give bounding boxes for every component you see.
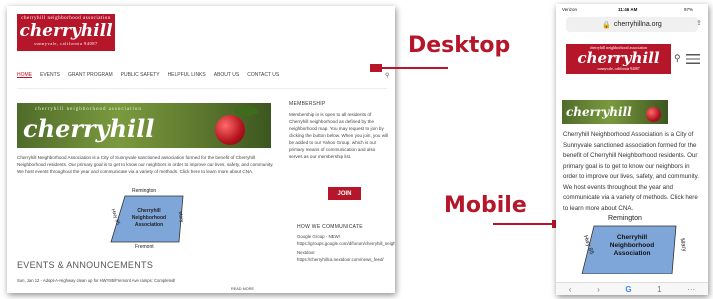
mobile-label: Mobile xyxy=(444,193,527,218)
mobile-screenshot: Verizon 11:46 AM 97% 🔒 cherryhillna.org … xyxy=(556,4,708,295)
more-icon[interactable]: ··· xyxy=(687,285,695,294)
nav-grant-program[interactable]: GRANT PROGRAM xyxy=(68,72,113,78)
nav-contact-us[interactable]: CONTACT US xyxy=(247,72,279,78)
back-icon[interactable]: ‹ xyxy=(569,285,572,294)
desktop-label: Desktop xyxy=(408,33,511,58)
url-text: cherryhillna.org xyxy=(613,21,662,28)
mobile-map-center-label: Cherryhill Neighborhood Association xyxy=(609,234,655,257)
desktop-pointer-line xyxy=(380,67,448,69)
mobile-site-logo[interactable]: cherryhill neighborhood association cher… xyxy=(566,44,671,74)
nextdoor-link[interactable]: https://cherryhillca.nextdoor.com/news_f… xyxy=(297,256,392,263)
nav-helpful-links[interactable]: HELPFUL LINKS xyxy=(168,72,206,78)
intro-paragraph: Cherryhill Neighborhood Association is a… xyxy=(17,155,274,174)
comparison-figure: cherryhill neighborhood association cher… xyxy=(0,0,713,299)
mobile-logo-name: cherryhill xyxy=(577,49,660,67)
mobile-pointer-line xyxy=(493,223,553,225)
nav-divider xyxy=(17,88,387,89)
mobile-hero-banner: cherryhill xyxy=(562,100,668,124)
browser-toolbar: ‹ › G 1 ··· xyxy=(556,282,708,295)
cherry-image xyxy=(646,107,661,122)
membership-heading: MEMBERSHIP xyxy=(289,101,326,107)
event-item[interactable]: Sun, Jan 12 - Adopt-A-Highway clean up f… xyxy=(17,278,175,283)
join-button[interactable]: JOIN xyxy=(328,187,361,200)
desktop-screenshot: cherryhill neighborhood association cher… xyxy=(7,6,395,293)
mobile-map-north-label: Remington xyxy=(608,215,642,222)
banner-name: cherryhill xyxy=(23,114,155,143)
read-more-link[interactable]: READ MORE xyxy=(231,287,254,291)
banner-tagline: cherryhill neighborhood association xyxy=(35,107,142,112)
share-icon[interactable]: ⇪ xyxy=(696,19,702,27)
hero-banner: cherryhill neighborhood association cher… xyxy=(17,103,271,148)
google-icon[interactable]: G xyxy=(625,285,631,294)
nav-about-us[interactable]: ABOUT US xyxy=(214,72,239,78)
hamburger-menu-icon[interactable] xyxy=(686,54,700,64)
events-heading: EVENTS & ANNOUNCEMENTS xyxy=(17,260,154,270)
membership-text: Membership in is open to all residents o… xyxy=(289,112,389,159)
search-icon[interactable]: ⚲ xyxy=(385,72,389,79)
mobile-banner-name: cherryhill xyxy=(566,105,632,119)
mobile-neighborhood-map: Remington Hwy 85 Mary Cherryhill Neighbo… xyxy=(576,214,696,274)
google-group-label: Google Group - NEW! xyxy=(297,234,340,239)
map-south-label: Fremont xyxy=(135,244,154,250)
forward-icon[interactable]: › xyxy=(597,285,600,294)
main-nav: HOME EVENTS GRANT PROGRAM PUBLIC SAFETY … xyxy=(17,72,279,78)
neighborhood-map: Remington Fremont Hwy 85 Mary Cherryhill… xyxy=(87,186,207,250)
address-bar[interactable]: 🔒 cherryhillna.org xyxy=(566,17,698,32)
logo-name: cherryhill xyxy=(19,21,113,41)
site-logo[interactable]: cherryhill neighborhood association cher… xyxy=(17,14,115,51)
nav-home[interactable]: HOME xyxy=(17,72,32,78)
nav-events[interactable]: EVENTS xyxy=(40,72,60,78)
mobile-intro-paragraph: Cherryhill Neighborhood Association is a… xyxy=(563,131,699,212)
logo-location: sunnyvale, california 94087 xyxy=(34,41,98,46)
communicate-heading: HOW WE COMMUNICATE xyxy=(297,224,363,230)
map-center-label: Cherryhill Neighborhood Association xyxy=(131,208,167,228)
nav-public-safety[interactable]: PUBLIC SAFETY xyxy=(121,72,160,78)
search-icon[interactable]: ⚲ xyxy=(674,53,681,64)
membership-section: MEMBERSHIP Membership in is open to all … xyxy=(289,101,389,160)
cherry-image xyxy=(215,115,245,145)
mobile-logo-location: sunnyvale, california 94087 xyxy=(597,67,640,71)
nextdoor-label: Nextdoor xyxy=(297,250,315,255)
map-north-label: Remington xyxy=(132,188,157,194)
google-group-link[interactable]: https://groups.google.com/d/forum/cherry… xyxy=(297,240,395,247)
status-bar: Verizon 11:46 AM 97% xyxy=(556,4,708,14)
clock-text: 11:46 AM xyxy=(618,7,638,12)
lock-icon: 🔒 xyxy=(602,21,611,29)
communicate-section: HOW WE COMMUNICATE Google Group - NEW! h… xyxy=(297,224,395,263)
tabs-icon[interactable]: 1 xyxy=(657,285,661,294)
battery-text: 97% xyxy=(684,7,694,12)
carrier-text: Verizon xyxy=(562,7,578,12)
